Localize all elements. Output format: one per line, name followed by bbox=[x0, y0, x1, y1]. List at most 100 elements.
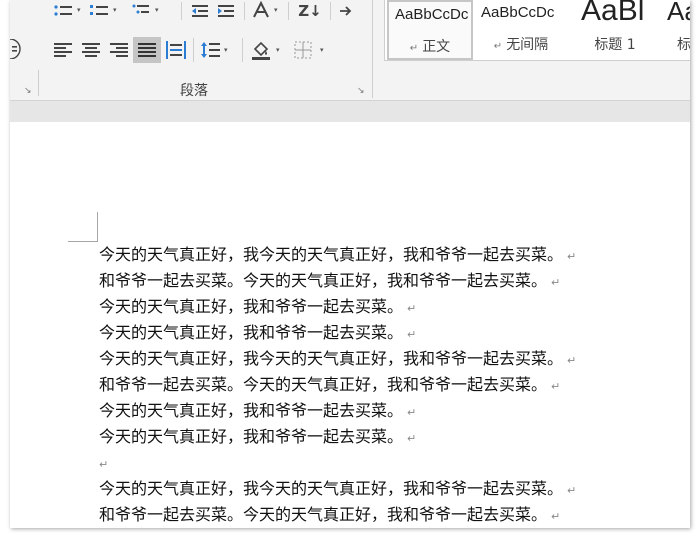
line-spacing-icon bbox=[201, 42, 220, 58]
document-background bbox=[10, 101, 690, 122]
style-name: 标题 1 bbox=[594, 37, 636, 53]
line-text: 今天的天气真正好，我和爷爷一起去买菜。 bbox=[99, 427, 404, 446]
line-text: 今天的天气真正好，我和爷爷一起去买菜。 bbox=[99, 401, 404, 420]
text-line[interactable]: 今天的天气真正好，我今天的天气真正好，我和爷爷一起去买菜。 ↵ bbox=[99, 476, 576, 502]
show-hide-marks-button[interactable] bbox=[335, 0, 357, 22]
bullets-dropdown[interactable]: ▾ bbox=[77, 6, 81, 14]
list-numbering-icon bbox=[90, 5, 108, 15]
enclose-character-icon bbox=[10, 39, 21, 59]
paragraph-mark-icon: ↵ bbox=[551, 510, 561, 523]
list-bullets-icon bbox=[54, 5, 72, 16]
margin-corner-mark bbox=[68, 241, 98, 242]
line-text: 今天的天气真正好，我和爷爷一起去买菜。 bbox=[99, 323, 404, 342]
distributed-icon bbox=[166, 41, 186, 59]
sort-icon: Z↓ bbox=[298, 2, 322, 20]
paragraph-mark-icon: ↵ bbox=[409, 43, 419, 54]
shading-icon bbox=[252, 41, 270, 60]
word-window: ▾ ▾ ▾ ▾ Z↓ ▾ ▾ ▾ ↘ 段落 ↘ AaBbCcDc ↵ 正文 Aa… bbox=[10, 0, 690, 528]
text-line[interactable]: 今天的天气真正好，我今天的天气真正好，我和爷爷一起去买菜。 ↵ bbox=[99, 346, 576, 372]
paragraph-mark-icon: ↵ bbox=[493, 41, 503, 52]
justify-icon bbox=[138, 43, 156, 57]
multilevel-list-button[interactable] bbox=[128, 2, 154, 20]
decrease-indent-button[interactable] bbox=[188, 2, 212, 20]
paragraph-mark-icon: ↵ bbox=[407, 432, 417, 445]
separator bbox=[244, 2, 245, 20]
font-dialog-launcher[interactable]: ↘ bbox=[24, 86, 32, 96]
text-line[interactable]: 和爷爷一起去买菜。今天的天气真正好，我和爷爷一起去买菜。 ↵ bbox=[99, 268, 576, 294]
paragraph-mark-icon: ↵ bbox=[551, 276, 561, 289]
justify-button[interactable] bbox=[133, 37, 161, 63]
align-right-button[interactable] bbox=[106, 38, 132, 62]
enclose-character-button[interactable] bbox=[10, 38, 24, 60]
text-line[interactable]: 今天的天气真正好，我和爷爷一起去买菜。 ↵ bbox=[99, 294, 576, 320]
align-left-icon bbox=[54, 43, 72, 57]
separator bbox=[242, 38, 243, 62]
chinese-layout-icon bbox=[253, 1, 269, 18]
line-text: 今天的天气真正好，我今天的天气真正好，我和爷爷一起去买菜。 bbox=[99, 479, 564, 498]
paragraph-mark-icon: ↵ bbox=[567, 250, 577, 263]
multilevel-dropdown[interactable]: ▾ bbox=[155, 6, 159, 14]
ribbon: ▾ ▾ ▾ ▾ Z↓ ▾ ▾ ▾ ↘ 段落 ↘ AaBbCcDc ↵ 正文 Aa… bbox=[10, 0, 690, 101]
distributed-button[interactable] bbox=[163, 38, 189, 62]
paragraph-mark-icon: ↵ bbox=[567, 354, 577, 367]
show-hide-marks-icon bbox=[340, 6, 352, 16]
style-heading-1[interactable]: AaBl 标题 1 bbox=[569, 0, 661, 60]
separator bbox=[330, 2, 331, 20]
line-text: 和爷爷一起去买菜。今天的天气真正好，我和爷爷一起去买菜。 bbox=[99, 375, 548, 394]
text-line[interactable]: 今天的天气真正好，我和爷爷一起去买菜。 ↵ bbox=[99, 398, 576, 424]
style-name: 标 bbox=[677, 37, 690, 53]
shading-button[interactable] bbox=[248, 38, 274, 62]
document-body[interactable]: 今天的天气真正好，我今天的天气真正好，我和爷爷一起去买菜。 ↵ 和爷爷一起去买菜。… bbox=[99, 242, 576, 528]
empty-line[interactable]: ↵ bbox=[99, 450, 576, 476]
line-text: 和爷爷一起去买菜。今天的天气真正好，我和爷爷一起去买菜。 bbox=[99, 271, 548, 290]
paragraph-dialog-launcher[interactable]: ↘ bbox=[357, 86, 365, 96]
style-name: 无间隔 bbox=[506, 37, 549, 53]
borders-button[interactable] bbox=[290, 38, 316, 62]
chinese-layout-button[interactable] bbox=[250, 0, 272, 20]
style-no-spacing[interactable]: AaBbCcDc ↵ 无间隔 bbox=[475, 0, 567, 60]
style-sample: AaBbCcDc bbox=[481, 4, 555, 21]
paragraph-mark-icon: ↵ bbox=[99, 458, 109, 471]
document-page[interactable]: 今天的天气真正好，我今天的天气真正好，我和爷爷一起去买菜。 ↵ 和爷爷一起去买菜。… bbox=[10, 122, 690, 528]
borders-icon bbox=[294, 41, 312, 59]
text-line[interactable]: 今天的天气真正好，我今天的天气真正好，我和爷爷一起去买菜。 ↵ bbox=[99, 242, 576, 268]
shading-dropdown[interactable]: ▾ bbox=[276, 46, 280, 54]
margin-corner-mark bbox=[97, 212, 98, 242]
align-center-icon bbox=[82, 43, 100, 57]
paragraph-mark-icon: ↵ bbox=[551, 380, 561, 393]
borders-dropdown[interactable]: ▾ bbox=[320, 46, 324, 54]
text-line[interactable]: 和爷爷一起去买菜。今天的天气真正好，我和爷爷一起去买菜。 ↵ bbox=[99, 372, 576, 398]
align-right-icon bbox=[110, 43, 128, 57]
line-spacing-dropdown[interactable]: ▾ bbox=[224, 46, 228, 54]
separator bbox=[372, 0, 373, 98]
increase-indent-button[interactable] bbox=[214, 2, 238, 20]
line-text: 和爷爷一起去买菜。今天的天气真正好，我和爷爷一起去买菜。 bbox=[99, 505, 548, 524]
align-center-button[interactable] bbox=[78, 38, 104, 62]
style-name: 正文 bbox=[422, 39, 451, 55]
text-line[interactable]: 今天的天气真正好，我和爷爷一起去买菜。 ↵ bbox=[99, 424, 576, 450]
text-line[interactable]: 和爷爷一起去买菜。今天的天气真正好，我和爷爷一起去买菜。 ↵ bbox=[99, 502, 576, 528]
paragraph-mark-icon: ↵ bbox=[407, 328, 417, 341]
line-spacing-button[interactable] bbox=[198, 38, 222, 62]
separator bbox=[193, 38, 194, 62]
paragraph-mark-icon: ↵ bbox=[407, 302, 417, 315]
sort-button[interactable]: Z↓ bbox=[294, 0, 326, 22]
style-sample: Aa bbox=[667, 0, 690, 26]
paragraph-group-label: 段落 bbox=[180, 83, 208, 99]
style-heading-2[interactable]: Aa 标 bbox=[663, 0, 690, 60]
style-sample: AaBbCcDc bbox=[395, 6, 469, 23]
separator bbox=[38, 70, 39, 96]
multilevel-list-icon bbox=[132, 4, 149, 14]
align-left-button[interactable] bbox=[50, 38, 76, 62]
bullets-button[interactable] bbox=[50, 2, 76, 20]
numbering-dropdown[interactable]: ▾ bbox=[113, 6, 117, 14]
chinese-layout-dropdown[interactable]: ▾ bbox=[274, 6, 278, 14]
line-text: 今天的天气真正好，我今天的天气真正好，我和爷爷一起去买菜。 bbox=[99, 349, 564, 368]
text-line[interactable]: 今天的天气真正好，我和爷爷一起去买菜。 ↵ bbox=[99, 320, 576, 346]
separator bbox=[288, 2, 289, 20]
separator bbox=[181, 2, 182, 20]
increase-indent-icon bbox=[218, 5, 234, 17]
styles-gallery: AaBbCcDc ↵正文 AaBbCcDc ↵无间隔 AaBl 标题 1 Aa … bbox=[384, 0, 690, 61]
style-normal[interactable]: AaBbCcDc ↵ 正文 bbox=[387, 0, 473, 60]
numbering-button[interactable] bbox=[86, 2, 112, 20]
